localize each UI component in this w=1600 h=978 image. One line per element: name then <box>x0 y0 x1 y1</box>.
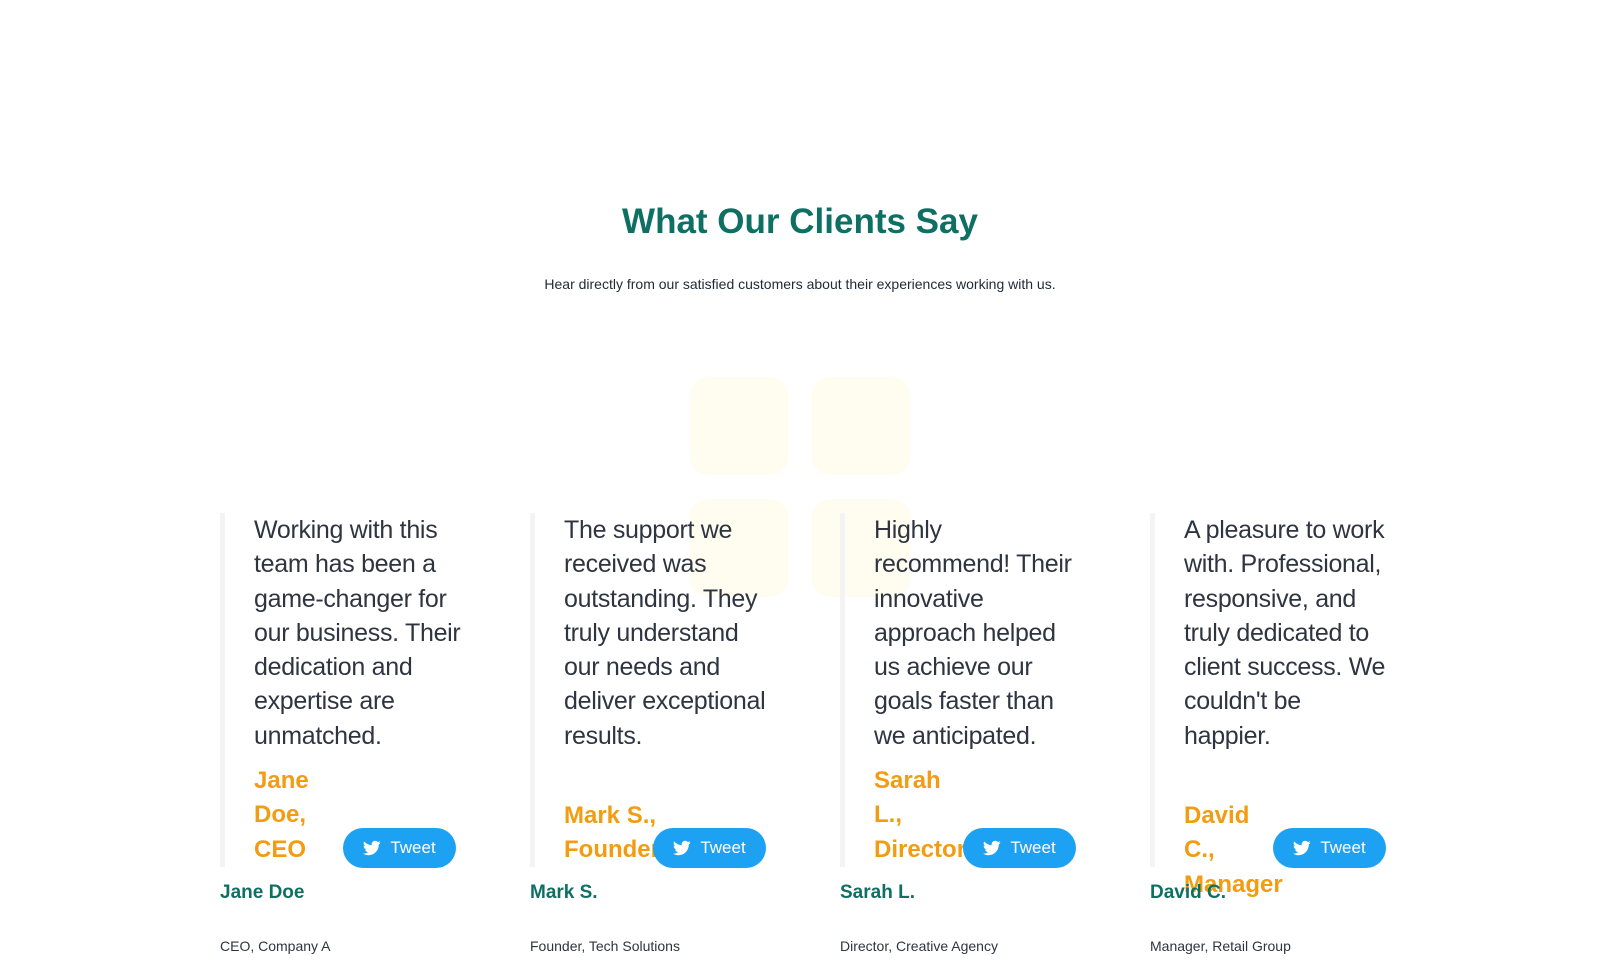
quote-text: Highly recommend! Their innovative appro… <box>874 516 1072 750</box>
testimonial-quote: Highly recommend! Their innovative appro… <box>840 513 1085 868</box>
twitter-bird-icon <box>363 839 382 857</box>
quote-attribution: Mark S., Founder <box>564 802 660 864</box>
client-role: Founder, Tech Solutions <box>530 938 680 954</box>
quote-attribution: Sarah L., Director <box>874 767 967 863</box>
client-role: Director, Creative Agency <box>840 938 998 954</box>
client-role: Manager, Retail Group <box>1150 938 1291 954</box>
testimonial-quote: A pleasure to work with. Professional, r… <box>1150 513 1395 898</box>
tweet-button[interactable]: Tweet <box>963 828 1076 868</box>
quote-attribution: Jane Doe, CEO <box>254 767 309 863</box>
client-name: Mark S. <box>530 882 598 903</box>
decorative-tile <box>812 377 910 475</box>
testimonial-quote: The support we received was outstanding.… <box>530 513 775 868</box>
client-role: CEO, Company A <box>220 938 331 954</box>
quote-text: Working with this team has been a game-c… <box>254 516 461 750</box>
twitter-bird-icon <box>1293 839 1312 857</box>
client-name: Jane Doe <box>220 882 305 903</box>
twitter-bird-icon <box>983 839 1002 857</box>
testimonial-card: A pleasure to work with. Professional, r… <box>1150 513 1450 954</box>
client-name: Sarah L. <box>840 882 915 903</box>
tweet-button[interactable]: Tweet <box>653 828 766 868</box>
testimonial-card: The support we received was outstanding.… <box>530 513 830 954</box>
client-name: David C. <box>1150 882 1227 903</box>
tweet-button[interactable]: Tweet <box>1273 828 1386 868</box>
section-title: What Our Clients Say <box>622 202 978 241</box>
tweet-label: Tweet <box>1010 838 1056 857</box>
decorative-tile <box>690 377 788 475</box>
testimonial-card: Working with this team has been a game-c… <box>220 513 520 954</box>
tweet-button[interactable]: Tweet <box>343 828 456 868</box>
quote-text: The support we received was outstanding.… <box>564 516 766 750</box>
tweet-label: Tweet <box>1320 838 1366 857</box>
testimonial-quote: Working with this team has been a game-c… <box>220 513 465 868</box>
quote-text: A pleasure to work with. Professional, r… <box>1184 516 1386 750</box>
twitter-bird-icon <box>673 839 692 857</box>
testimonial-card: Highly recommend! Their innovative appro… <box>840 513 1140 954</box>
section-subtitle: Hear directly from our satisfied custome… <box>544 276 1056 292</box>
tweet-label: Tweet <box>390 838 436 857</box>
tweet-label: Tweet <box>700 838 746 857</box>
